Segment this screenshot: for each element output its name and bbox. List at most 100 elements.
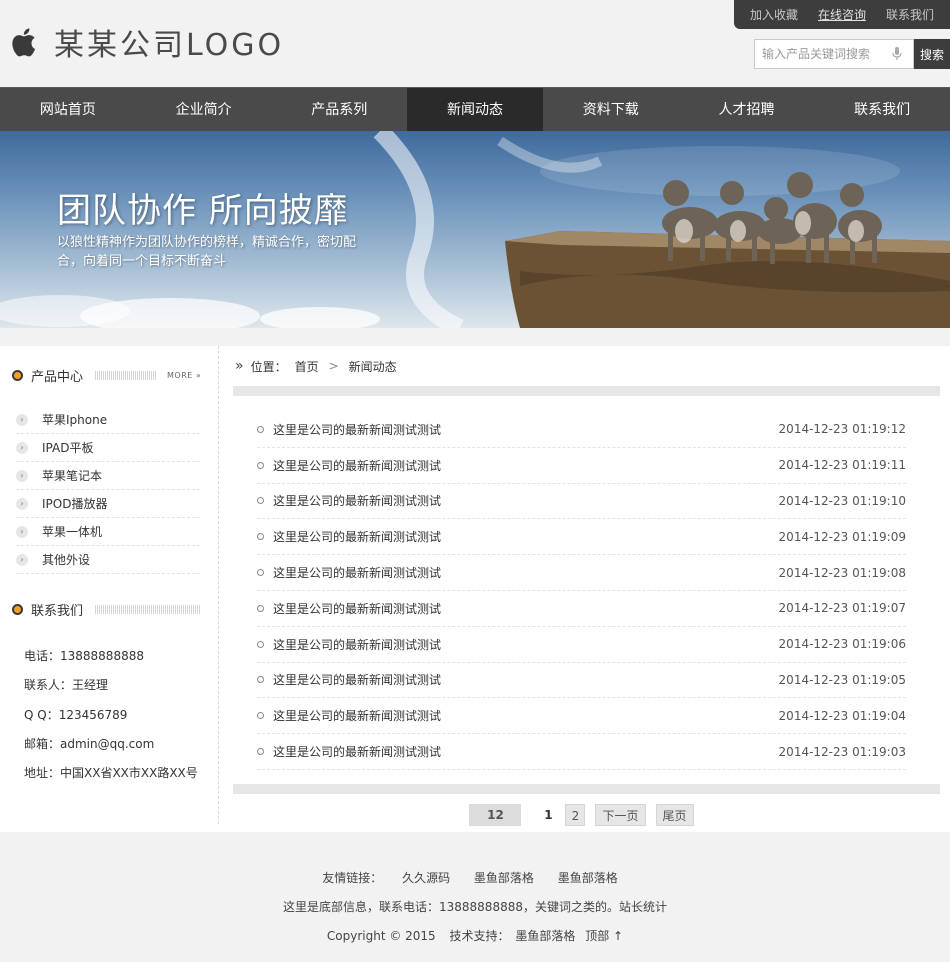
category-item[interactable]: › 其他外设 [16, 546, 200, 574]
breadcrumb: » 位置： 首页 > 新闻动态 [233, 346, 940, 386]
friend-link[interactable]: 久久源码 [402, 871, 450, 885]
copyright: Copyright © 2015 [326, 929, 436, 943]
header-stripes [95, 604, 202, 614]
chevron-right-icon: › [16, 525, 28, 538]
nav-downloads[interactable]: 资料下载 [543, 88, 679, 132]
header-stripes [95, 370, 158, 380]
friend-link[interactable]: 墨鱼部落格 [474, 871, 534, 885]
news-item[interactable]: 这里是公司的最新新闻测试测试 2014-12-23 01:19:04 [257, 698, 906, 735]
page-current: 1 [544, 807, 553, 822]
news-date: 2014-12-23 01:19:07 [778, 601, 906, 616]
logo[interactable]: 某某公司LOGO [8, 22, 284, 63]
news-item[interactable]: 这里是公司的最新新闻测试测试 2014-12-23 01:19:09 [257, 519, 906, 556]
friend-links: 友情链接： 久久源码 墨鱼部落格 墨鱼部落格 [0, 868, 950, 897]
main-nav: 网站首页 企业简介 产品系列 新闻动态 资料下载 人才招聘 联系我们 [0, 87, 950, 132]
news-title[interactable]: 这里是公司的最新新闻测试测试 [273, 528, 779, 545]
page-2-button[interactable]: 2 [565, 803, 586, 826]
top-links-bar: 加入收藏 在线咨询 联系我们 [734, 0, 950, 29]
news-date: 2014-12-23 01:19:08 [778, 565, 906, 580]
circle-bullet-icon [257, 497, 264, 505]
banner-title: 团队协作 所向披靡 [57, 191, 349, 231]
news-date: 2014-12-23 01:19:12 [778, 422, 906, 437]
circle-bullet-icon [257, 533, 264, 541]
circle-bullet-icon [257, 425, 264, 433]
contact-phone: 电话：13888888888 [24, 649, 144, 663]
nav-about[interactable]: 企业简介 [136, 88, 272, 132]
apple-logo-icon [12, 28, 35, 57]
news-title[interactable]: 这里是公司的最新新闻测试测试 [273, 707, 779, 724]
category-item[interactable]: › 苹果笔记本 [16, 462, 200, 490]
chevron-right-icon: › [16, 413, 28, 426]
nav-news[interactable]: 新闻动态 [407, 88, 543, 132]
category-item[interactable]: › 苹果一体机 [16, 518, 200, 546]
online-consult-link[interactable]: 在线咨询 [818, 6, 866, 23]
search-bar: 搜索 [754, 39, 950, 69]
circle-bullet-icon [257, 748, 264, 756]
footer-copyright-line: Copyright © 2015 技术支持： 墨鱼部落格 顶部 ↑ [0, 926, 950, 955]
category-label: 苹果Iphone [42, 412, 108, 427]
category-item[interactable]: › IPAD平板 [16, 434, 200, 462]
nav-jobs[interactable]: 人才招聘 [679, 88, 815, 132]
category-label: IPOD播放器 [42, 496, 108, 511]
circle-bullet-icon [257, 640, 264, 648]
circle-bullet-icon [257, 676, 264, 684]
nav-products[interactable]: 产品系列 [271, 88, 407, 132]
news-item[interactable]: 这里是公司的最新新闻测试测试 2014-12-23 01:19:03 [257, 734, 906, 770]
news-date: 2014-12-23 01:19:06 [778, 637, 906, 652]
contact-header: 联系我们 [12, 596, 218, 622]
page-total: 12 [469, 803, 522, 826]
contact-us-top-link[interactable]: 联系我们 [886, 6, 934, 23]
breadcrumb-home[interactable]: 首页 [295, 358, 319, 375]
news-title[interactable]: 这里是公司的最新新闻测试测试 [273, 457, 779, 474]
news-title[interactable]: 这里是公司的最新新闻测试测试 [273, 743, 779, 760]
news-item[interactable]: 这里是公司的最新新闻测试测试 2014-12-23 01:19:06 [257, 627, 906, 663]
news-title[interactable]: 这里是公司的最新新闻测试测试 [273, 671, 779, 688]
last-page-button[interactable]: 尾页 [655, 803, 694, 826]
category-item[interactable]: › 苹果Iphone [16, 406, 200, 434]
news-item[interactable]: 这里是公司的最新新闻测试测试 2014-12-23 01:19:11 [257, 448, 906, 484]
news-title[interactable]: 这里是公司的最新新闻测试测试 [273, 564, 779, 581]
microphone-icon[interactable] [887, 44, 907, 64]
product-center-title: 产品中心 [31, 369, 84, 385]
next-page-button[interactable]: 下一页 [595, 803, 646, 826]
sidebar: 产品中心 MORE » › 苹果Iphone › IPAD平板 › 苹果笔记本 › IP… [0, 346, 219, 824]
header: 某某公司LOGO 加入收藏 在线咨询 联系我们 搜索 [0, 0, 950, 87]
nav-home[interactable]: 网站首页 [0, 88, 136, 132]
support-link[interactable]: 墨鱼部落格 [515, 929, 575, 943]
search-box [754, 39, 914, 69]
bullet-icon [12, 603, 23, 615]
category-label: 苹果一体机 [42, 524, 103, 539]
contact-info: 电话：13888888888 联系人：王经理 Q Q：123456789 邮箱：… [24, 642, 218, 788]
back-to-top-link[interactable]: 顶部 ↑ [585, 929, 623, 943]
search-input[interactable] [755, 41, 887, 67]
news-date: 2014-12-23 01:19:05 [778, 672, 906, 687]
news-item[interactable]: 这里是公司的最新新闻测试测试 2014-12-23 01:19:07 [257, 591, 906, 627]
news-item[interactable]: 这里是公司的最新新闻测试测试 2014-12-23 01:19:05 [257, 663, 906, 699]
friend-link[interactable]: 墨鱼部落格 [558, 871, 618, 885]
circle-bullet-icon [257, 604, 264, 612]
news-title[interactable]: 这里是公司的最新新闻测试测试 [273, 636, 779, 653]
category-label: 其他外设 [42, 552, 91, 567]
news-date: 2014-12-23 01:19:09 [778, 529, 906, 544]
breadcrumb-current[interactable]: 新闻动态 [349, 358, 397, 375]
news-item[interactable]: 这里是公司的最新新闻测试测试 2014-12-23 01:19:08 [257, 555, 906, 591]
contact-title: 联系我们 [31, 603, 84, 619]
footer: 友情链接： 久久源码 墨鱼部落格 墨鱼部落格 这里是底部信息，联系电话：1388… [0, 868, 950, 955]
news-title[interactable]: 这里是公司的最新新闻测试测试 [273, 492, 779, 509]
divider-bar [233, 783, 940, 794]
news-item[interactable]: 这里是公司的最新新闻测试测试 2014-12-23 01:19:12 [257, 412, 906, 448]
category-label: IPAD平板 [42, 440, 94, 455]
add-favorite-link[interactable]: 加入收藏 [750, 6, 798, 23]
chevron-right-icon: › [16, 553, 28, 566]
news-title[interactable]: 这里是公司的最新新闻测试测试 [273, 600, 779, 617]
news-item[interactable]: 这里是公司的最新新闻测试测试 2014-12-23 01:19:10 [257, 484, 906, 520]
news-date: 2014-12-23 01:19:04 [778, 708, 906, 723]
more-link[interactable]: MORE » [167, 371, 201, 380]
category-label: 苹果笔记本 [42, 468, 103, 483]
search-button[interactable]: 搜索 [914, 39, 950, 69]
contact-email: 邮箱：admin@qq.com [24, 736, 155, 751]
news-title[interactable]: 这里是公司的最新新闻测试测试 [273, 421, 779, 438]
category-list: › 苹果Iphone › IPAD平板 › 苹果笔记本 › IPOD播放器 › 苹果一体机… [16, 406, 200, 574]
nav-contact[interactable]: 联系我们 [814, 88, 950, 132]
category-item[interactable]: › IPOD播放器 [16, 490, 200, 518]
